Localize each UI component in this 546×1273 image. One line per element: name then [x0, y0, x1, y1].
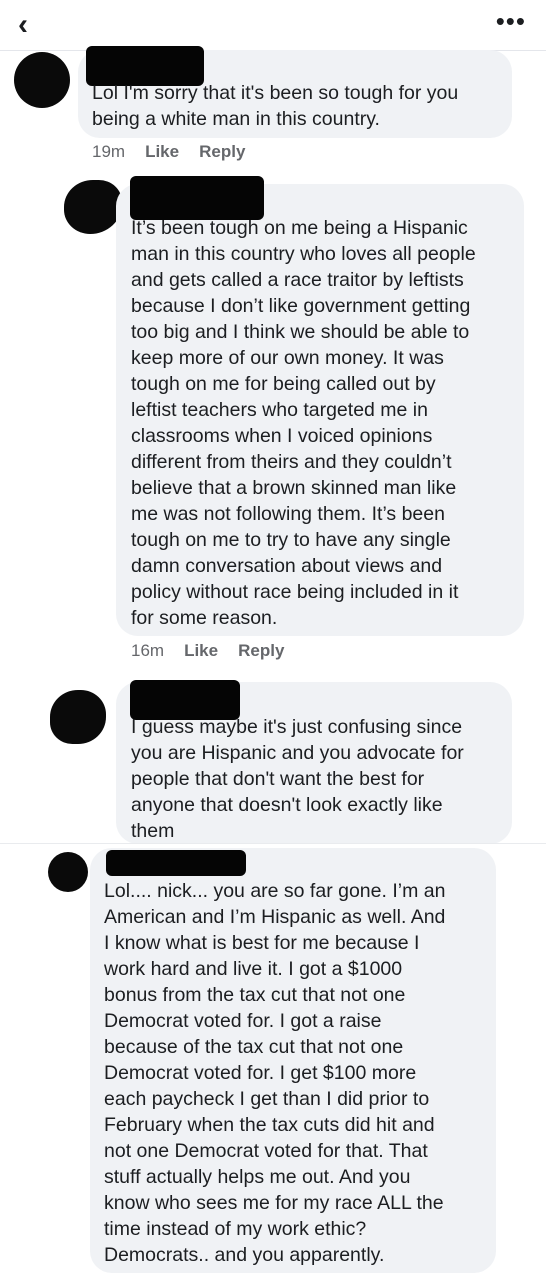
like-button[interactable]: Like [145, 142, 179, 161]
comment-timestamp: 16m [131, 641, 165, 660]
like-button[interactable]: Like [184, 641, 218, 660]
comment-meta: 19m Like Reply [92, 142, 265, 162]
top-bar: ‹ ••• [0, 0, 546, 51]
comment-timestamp: 19m [92, 142, 126, 161]
redacted-name [106, 850, 246, 876]
redacted-name [130, 176, 264, 220]
reply-button[interactable]: Reply [238, 641, 284, 660]
avatar[interactable] [50, 690, 106, 744]
screenshot-divider [0, 843, 546, 844]
more-options-icon[interactable]: ••• [496, 6, 526, 36]
back-icon[interactable]: ‹ [18, 8, 28, 42]
comment-text: Lol.... nick... you are so far gone. I’m… [104, 880, 446, 1266]
comment-text: It’s been tough on me being a Hispanic m… [131, 217, 476, 629]
avatar[interactable] [14, 52, 70, 108]
avatar[interactable] [48, 852, 88, 892]
avatar[interactable] [64, 180, 122, 234]
comment-meta: 16m Like Reply [131, 641, 304, 661]
comment-text: Lol I'm sorry that it's been so tough fo… [92, 82, 459, 130]
reply-button[interactable]: Reply [199, 142, 245, 161]
comment-text: I guess maybe it's just confusing since … [131, 716, 464, 842]
